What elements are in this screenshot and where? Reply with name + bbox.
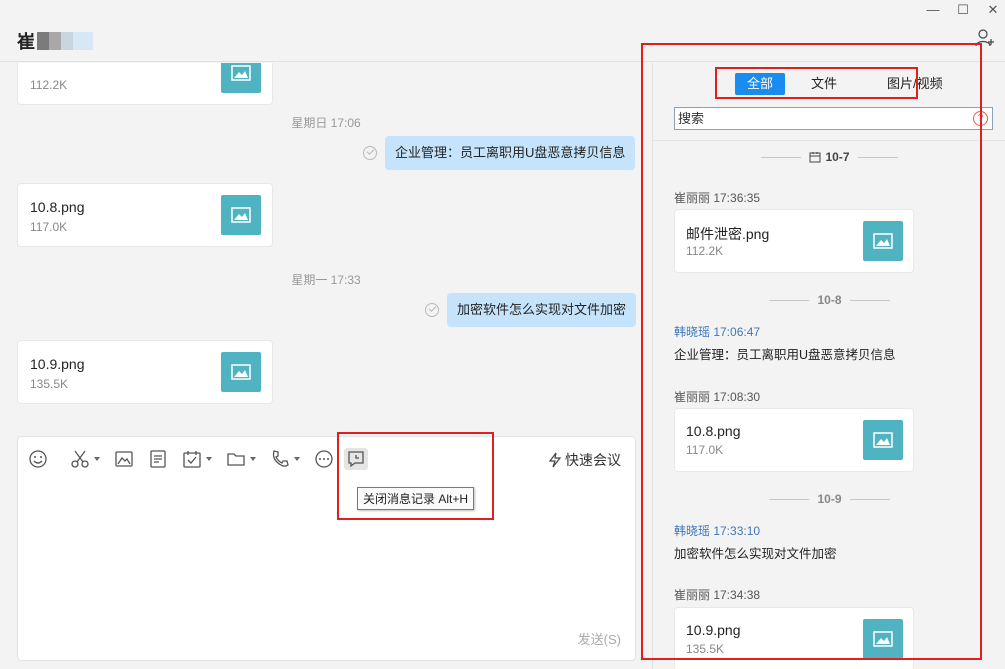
screenshot-button[interactable] bbox=[70, 448, 100, 470]
message-list[interactable]: 112.2K 星期日 17:06 企业管理：员工离职用U盘恶意拷贝信息 10.8… bbox=[0, 63, 652, 435]
file-message[interactable]: 112.2K bbox=[17, 63, 273, 105]
file-name: 10.9.png bbox=[30, 356, 85, 372]
scissors-icon bbox=[71, 450, 89, 468]
date-divider: 10-8 bbox=[653, 293, 1005, 307]
more-button[interactable] bbox=[314, 448, 334, 470]
file-name: 10.9.png bbox=[686, 622, 741, 638]
sender-label: 韩晓瑶 17:33:10 bbox=[674, 524, 761, 538]
tab-all[interactable]: 全部 bbox=[735, 73, 786, 95]
chevron-down-icon bbox=[206, 457, 212, 461]
history-text-item[interactable]: 企业管理：员工离职用U盘恶意拷贝信息 bbox=[674, 344, 896, 363]
image-file-icon bbox=[221, 195, 261, 235]
folder-button[interactable] bbox=[226, 448, 256, 470]
sender-label: 崔丽丽 17:34:38 bbox=[674, 588, 761, 602]
sender-label: 崔丽丽 17:36:35 bbox=[674, 191, 761, 205]
date-label: 10-9 bbox=[817, 492, 842, 506]
image-file-icon bbox=[221, 63, 261, 93]
date-label: 10-8 bbox=[817, 293, 842, 307]
file-message[interactable]: 10.9.png 135.5K bbox=[17, 340, 273, 404]
tab-files[interactable]: 文件 bbox=[799, 73, 849, 95]
calendar-icon bbox=[809, 152, 821, 163]
history-file-item[interactable]: 10.9.png 135.5K bbox=[674, 607, 914, 669]
document-button[interactable] bbox=[148, 448, 168, 470]
history-file-item[interactable]: 邮件泄密.png 112.2K bbox=[674, 209, 914, 273]
file-name: 10.8.png bbox=[686, 423, 741, 439]
chevron-down-icon bbox=[250, 457, 256, 461]
calendar-check-icon bbox=[183, 451, 201, 468]
image-file-icon bbox=[863, 619, 903, 659]
tab-images-videos[interactable]: 图片/视频 bbox=[875, 73, 955, 95]
info-icon[interactable]: ? bbox=[973, 111, 988, 126]
outgoing-message[interactable]: 加密软件怎么实现对文件加密 bbox=[447, 293, 637, 327]
add-member-icon[interactable] bbox=[975, 28, 995, 48]
tooltip: 关闭消息记录 Alt+H bbox=[357, 487, 475, 510]
sender-label: 崔丽丽 17:08:30 bbox=[674, 390, 761, 404]
message-history-panel: 全部 文件 图片/视频 ? 10-7 崔丽丽 17:36:35 邮件泄密.png… bbox=[652, 63, 1005, 669]
file-message[interactable]: 10.8.png 117.0K bbox=[17, 183, 273, 247]
date-divider: 10-7 bbox=[653, 150, 1005, 164]
close-icon[interactable]: ✕ bbox=[985, 2, 1001, 18]
chat-title: 崔 bbox=[17, 28, 93, 54]
file-name: 邮件泄密.png bbox=[686, 226, 770, 242]
folder-icon bbox=[227, 453, 245, 466]
date-divider: 10-9 bbox=[653, 492, 1005, 506]
chat-header: 崔 bbox=[0, 0, 1005, 62]
file-size: 117.0K bbox=[686, 443, 724, 457]
message-composer[interactable]: 快速会议 关闭消息记录 Alt+H 发送(S) bbox=[17, 436, 636, 661]
read-check-icon bbox=[425, 303, 439, 317]
divider bbox=[653, 140, 1005, 141]
call-button[interactable] bbox=[270, 448, 300, 470]
sender-label: 韩晓瑶 17:06:47 bbox=[674, 325, 761, 339]
window-controls: — ☐ ✕ bbox=[925, 2, 1001, 18]
quick-meeting-button[interactable]: 快速会议 bbox=[548, 450, 621, 470]
document-icon bbox=[150, 450, 166, 468]
date-label: 10-7 bbox=[825, 150, 850, 164]
read-check-icon bbox=[363, 146, 377, 160]
history-file-item[interactable]: 10.8.png 117.0K bbox=[674, 408, 914, 472]
composer-toolbar bbox=[28, 448, 382, 470]
emoji-button[interactable] bbox=[28, 448, 48, 470]
history-text-item[interactable]: 加密软件怎么实现对文件加密 bbox=[674, 543, 837, 562]
quick-meeting-label: 快速会议 bbox=[565, 452, 621, 468]
history-search[interactable]: ? bbox=[674, 107, 993, 130]
message-timestamp: 星期日 17:06 bbox=[291, 116, 361, 130]
file-size: 117.0K bbox=[30, 220, 68, 234]
send-button[interactable]: 发送(S) bbox=[578, 629, 621, 648]
lightning-icon bbox=[548, 452, 562, 468]
image-file-icon bbox=[863, 420, 903, 460]
file-size: 112.2K bbox=[686, 244, 724, 258]
image-button[interactable] bbox=[114, 448, 134, 470]
chevron-down-icon bbox=[94, 457, 100, 461]
image-icon bbox=[115, 451, 133, 467]
chat-title-text: 崔 bbox=[17, 32, 35, 52]
emoji-icon bbox=[29, 450, 47, 468]
more-icon bbox=[315, 450, 333, 468]
message-history-button[interactable] bbox=[344, 448, 368, 470]
file-name: 10.8.png bbox=[30, 199, 85, 215]
phone-icon bbox=[272, 450, 289, 467]
outgoing-message[interactable]: 企业管理：员工离职用U盘恶意拷贝信息 bbox=[385, 136, 636, 170]
file-size: 112.2K bbox=[30, 78, 68, 92]
search-input[interactable] bbox=[675, 108, 965, 129]
message-history-icon bbox=[348, 451, 364, 468]
image-file-icon bbox=[863, 221, 903, 261]
minimize-icon[interactable]: — bbox=[925, 2, 941, 18]
message-timestamp: 星期一 17:33 bbox=[291, 273, 361, 287]
task-button[interactable] bbox=[182, 448, 212, 470]
maximize-icon[interactable]: ☐ bbox=[955, 2, 971, 18]
image-file-icon bbox=[221, 352, 261, 392]
history-tabs: 全部 文件 图片/视频 bbox=[735, 73, 955, 95]
file-size: 135.5K bbox=[30, 377, 69, 391]
redacted-name bbox=[37, 32, 93, 50]
chevron-down-icon bbox=[294, 457, 300, 461]
file-size: 135.5K bbox=[686, 642, 725, 656]
